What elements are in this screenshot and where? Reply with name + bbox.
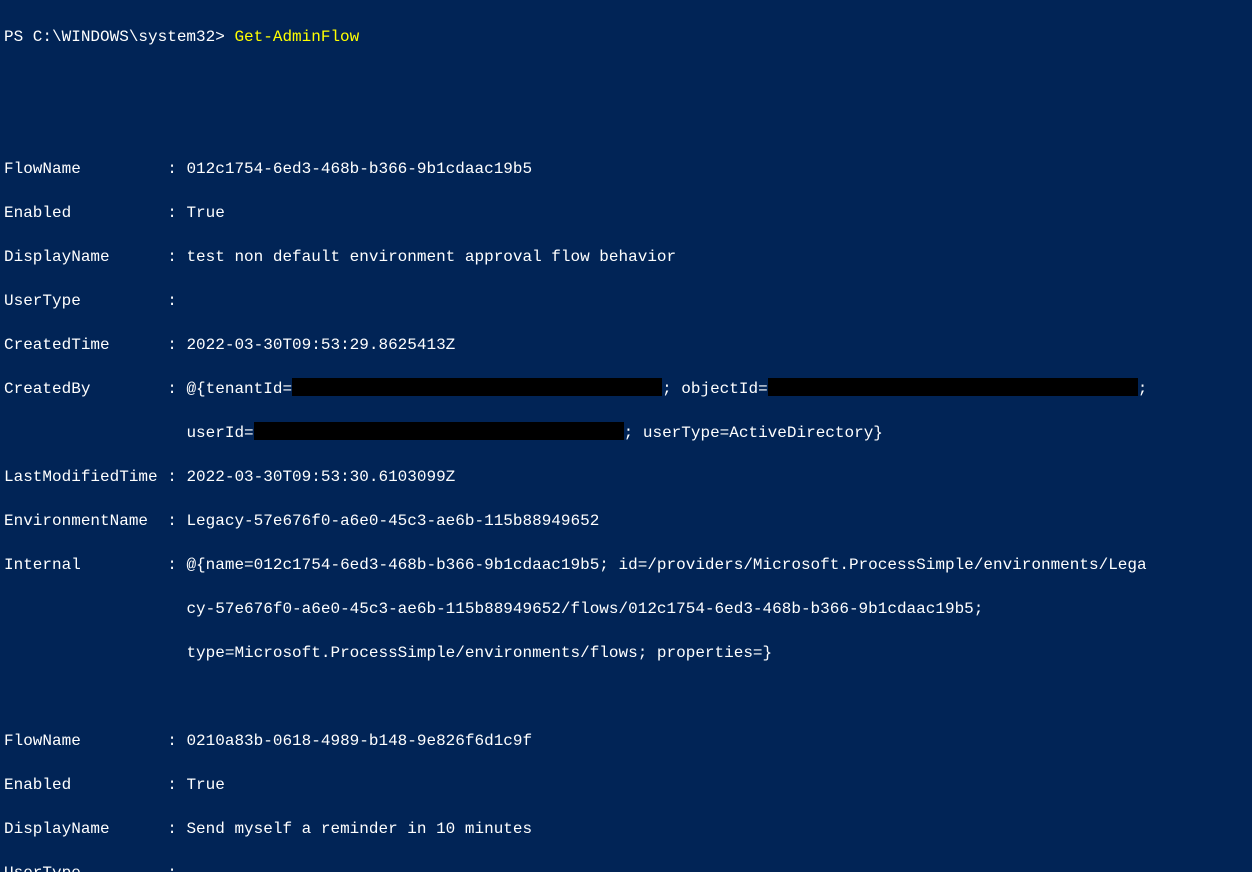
- output-line: FlowName : 012c1754-6ed3-468b-b366-9b1cd…: [4, 158, 1252, 180]
- output-line: Internal : @{name=012c1754-6ed3-468b-b36…: [4, 554, 1252, 576]
- redacted-objectid: [768, 378, 1138, 396]
- output-line: CreatedTime : 2022-03-30T09:53:29.862541…: [4, 334, 1252, 356]
- output-line: DisplayName : test non default environme…: [4, 246, 1252, 268]
- output-line: UserType :: [4, 862, 1252, 872]
- powershell-terminal[interactable]: PS C:\WINDOWS\system32> Get-AdminFlow Fl…: [0, 0, 1252, 872]
- output-line: UserType :: [4, 290, 1252, 312]
- output-line: Enabled : True: [4, 774, 1252, 796]
- output-line: LastModifiedTime : 2022-03-30T09:53:30.6…: [4, 466, 1252, 488]
- prompt-line: PS C:\WINDOWS\system32> Get-AdminFlow: [4, 26, 1252, 48]
- output-line: Enabled : True: [4, 202, 1252, 224]
- prompt-command: Get-AdminFlow: [234, 28, 359, 46]
- output-line: FlowName : 0210a83b-0618-4989-b148-9e826…: [4, 730, 1252, 752]
- output-line: EnvironmentName : Legacy-57e676f0-a6e0-4…: [4, 510, 1252, 532]
- redacted-userid: [254, 422, 624, 440]
- output-line: type=Microsoft.ProcessSimple/environment…: [4, 642, 1252, 664]
- prompt-path: PS C:\WINDOWS\system32>: [4, 28, 234, 46]
- output-line: cy-57e676f0-a6e0-45c3-ae6b-115b88949652/…: [4, 598, 1252, 620]
- output-line: DisplayName : Send myself a reminder in …: [4, 818, 1252, 840]
- redacted-tenantid: [292, 378, 662, 396]
- output-line: userId=; userType=ActiveDirectory}: [4, 422, 1252, 444]
- output-line: CreatedBy : @{tenantId=; objectId=;: [4, 378, 1252, 400]
